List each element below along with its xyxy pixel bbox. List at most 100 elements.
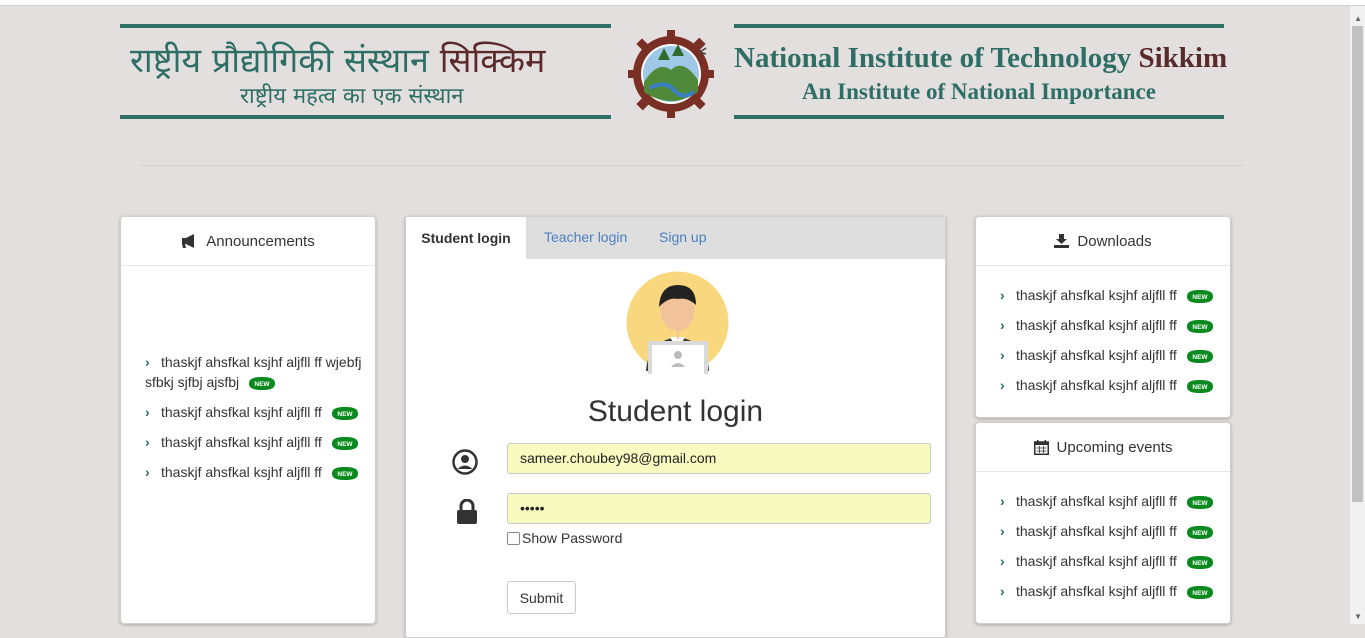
login-tabs: Student login Teacher login Sign up: [406, 217, 945, 259]
show-password-label: Show Password: [522, 530, 623, 546]
chevron-right-icon: ›: [145, 354, 150, 370]
list-item-text[interactable]: thaskjf ahsfkal ksjhf aljfll ff: [1016, 523, 1177, 539]
chevron-right-icon: ›: [145, 404, 150, 420]
new-badge: NEW: [1185, 319, 1215, 334]
list-item[interactable]: › thaskjf ahsfkal ksjhf aljfll ff NEW: [1000, 491, 1215, 511]
downloads-header: Downloads: [976, 217, 1230, 266]
list-item[interactable]: › thaskjf ahsfkal ksjhf aljfll ff NEW: [1000, 551, 1215, 571]
svg-text:NEW: NEW: [1192, 324, 1208, 331]
login-title: Student login: [587, 395, 764, 428]
downloads-card: Downloads › thaskjf ahsfkal ksjhf aljfll …: [975, 216, 1231, 418]
header-separator: [140, 165, 1244, 166]
scroll-up-arrow-icon[interactable]: ▲: [1354, 14, 1362, 23]
english-title-accent: Sikkim: [1138, 42, 1228, 74]
list-item-text[interactable]: thaskjf ahsfkal ksjhf aljfll ff: [161, 434, 322, 450]
list-item[interactable]: › thaskjf ahsfkal ksjhf aljfll ff NEW: [1000, 345, 1215, 365]
list-item[interactable]: › thaskjf ahsfkal ksjhf aljfll ff NEW: [145, 462, 360, 482]
chevron-right-icon: ›: [145, 434, 150, 450]
calendar-icon: [1033, 439, 1049, 455]
list-item[interactable]: › thaskjf ahsfkal ksjhf aljfll ff wjebfj …: [145, 352, 367, 392]
list-item-text[interactable]: thaskjf ahsfkal ksjhf aljfll ff: [1016, 287, 1177, 303]
list-item[interactable]: › thaskjf ahsfkal ksjhf aljfll ff NEW: [1000, 285, 1215, 305]
list-item-text[interactable]: thaskjf ahsfkal ksjhf aljfll ff: [1016, 553, 1177, 569]
login-card: Student login Teacher login Sign up Stud…: [405, 216, 946, 638]
new-badge: NEW: [330, 436, 360, 451]
list-item-text[interactable]: thaskjf ahsfkal ksjhf aljfll ff: [161, 464, 322, 480]
chevron-right-icon: ›: [145, 464, 150, 480]
list-item-text[interactable]: thaskjf ahsfkal ksjhf aljfll ff: [1016, 317, 1177, 333]
hindi-header: राष्ट्रीय प्रौद्योगिकी संस्थान सिक्किम र…: [120, 24, 611, 119]
new-badge: NEW: [1185, 495, 1215, 510]
svg-text:NEW: NEW: [337, 411, 353, 418]
svg-text:NEW: NEW: [1192, 354, 1208, 361]
announcements-header: Announcements: [121, 217, 375, 266]
tab-sign-up[interactable]: Sign up: [659, 229, 706, 245]
svg-text:NEW: NEW: [1192, 500, 1208, 507]
list-item-text[interactable]: thaskjf ahsfkal ksjhf aljfll ff: [1016, 377, 1177, 393]
list-item-text[interactable]: thaskjf ahsfkal ksjhf aljfll ff: [161, 404, 322, 420]
announcements-title: Announcements: [206, 232, 315, 250]
divider: [734, 24, 1224, 28]
submit-button[interactable]: Submit: [507, 581, 576, 614]
hindi-title-accent: सिक्किम: [439, 41, 546, 81]
svg-text:NEW: NEW: [1192, 560, 1208, 567]
institute-logo-icon: [628, 30, 714, 118]
new-badge: NEW: [1185, 349, 1215, 364]
svg-text:NEW: NEW: [337, 441, 353, 448]
new-badge: NEW: [1185, 555, 1215, 570]
new-badge: NEW: [330, 406, 360, 421]
list-item[interactable]: › thaskjf ahsfkal ksjhf aljfll ff NEW: [145, 402, 360, 422]
megaphone-icon: [182, 234, 195, 248]
chevron-right-icon: ›: [1000, 287, 1005, 303]
new-badge: NEW: [1185, 525, 1215, 540]
tab-student-login[interactable]: Student login: [406, 217, 526, 259]
new-badge: NEW: [1185, 585, 1215, 600]
new-badge: NEW: [1185, 289, 1215, 304]
hindi-title-main: राष्ट्रीय प्रौद्योगिकी संस्थान: [130, 41, 440, 81]
hindi-institute-title: राष्ट्रीय प्रौद्योगिकी संस्थान सिक्किम: [130, 36, 610, 82]
new-badge: NEW: [247, 376, 277, 391]
english-header: National Institute of Technology Sikkim …: [734, 24, 1228, 119]
hindi-institute-subtitle: राष्ट्रीय महत्व का एक संस्थान: [240, 84, 464, 109]
list-item[interactable]: › thaskjf ahsfkal ksjhf aljfll ff NEW: [1000, 581, 1215, 601]
chevron-right-icon: ›: [1000, 377, 1005, 393]
chevron-right-icon: ›: [1000, 317, 1005, 333]
upcoming-events-header: Upcoming events: [976, 423, 1230, 472]
list-item-text[interactable]: thaskjf ahsfkal ksjhf aljfll ff: [1016, 347, 1177, 363]
page-scrollbar[interactable]: ▲ ▼: [1350, 6, 1365, 624]
list-item[interactable]: › thaskjf ahsfkal ksjhf aljfll ff NEW: [1000, 315, 1215, 335]
browser-top-edge: [0, 0, 1365, 6]
scroll-thumb[interactable]: [1352, 26, 1363, 502]
chevron-right-icon: ›: [1000, 553, 1005, 569]
downloads-title: Downloads: [1077, 232, 1152, 250]
email-field[interactable]: sameer.choubey98@gmail.com: [507, 443, 931, 474]
avatar: [626, 271, 729, 375]
scroll-down-arrow-icon[interactable]: ▼: [1354, 612, 1362, 621]
tab-teacher-login[interactable]: Teacher login: [544, 229, 627, 245]
password-field[interactable]: •••••: [507, 493, 931, 524]
new-badge: NEW: [330, 466, 360, 481]
show-password-toggle[interactable]: Show Password: [507, 530, 622, 546]
svg-text:NEW: NEW: [337, 471, 353, 478]
chevron-right-icon: ›: [1000, 583, 1005, 599]
svg-text:NEW: NEW: [1192, 530, 1208, 537]
upcoming-events-card: Upcoming events › thaskjf ahsfkal ksjhf a…: [975, 422, 1231, 624]
list-item[interactable]: › thaskjf ahsfkal ksjhf aljfll ff NEW: [145, 432, 360, 452]
divider: [120, 115, 611, 119]
chevron-right-icon: ›: [1000, 523, 1005, 539]
list-item-text[interactable]: thaskjf ahsfkal ksjhf aljfll ff: [1016, 583, 1177, 599]
new-badge: NEW: [1185, 379, 1215, 394]
list-item[interactable]: › thaskjf ahsfkal ksjhf aljfll ff NEW: [1000, 375, 1215, 395]
divider: [734, 115, 1224, 119]
svg-text:NEW: NEW: [1192, 294, 1208, 301]
chevron-right-icon: ›: [1000, 493, 1005, 509]
list-item-text[interactable]: thaskjf ahsfkal ksjhf aljfll ff: [1016, 493, 1177, 509]
english-institute-subtitle: An Institute of National Importance: [802, 79, 1156, 104]
english-institute-title: National Institute of Technology Sikkim: [734, 42, 1228, 75]
divider: [120, 24, 611, 28]
user-circle-icon: [452, 449, 478, 480]
svg-text:NEW: NEW: [1192, 384, 1208, 391]
list-item[interactable]: › thaskjf ahsfkal ksjhf aljfll ff NEW: [1000, 521, 1215, 541]
download-icon: [1054, 234, 1070, 248]
show-password-checkbox[interactable]: [507, 531, 520, 545]
